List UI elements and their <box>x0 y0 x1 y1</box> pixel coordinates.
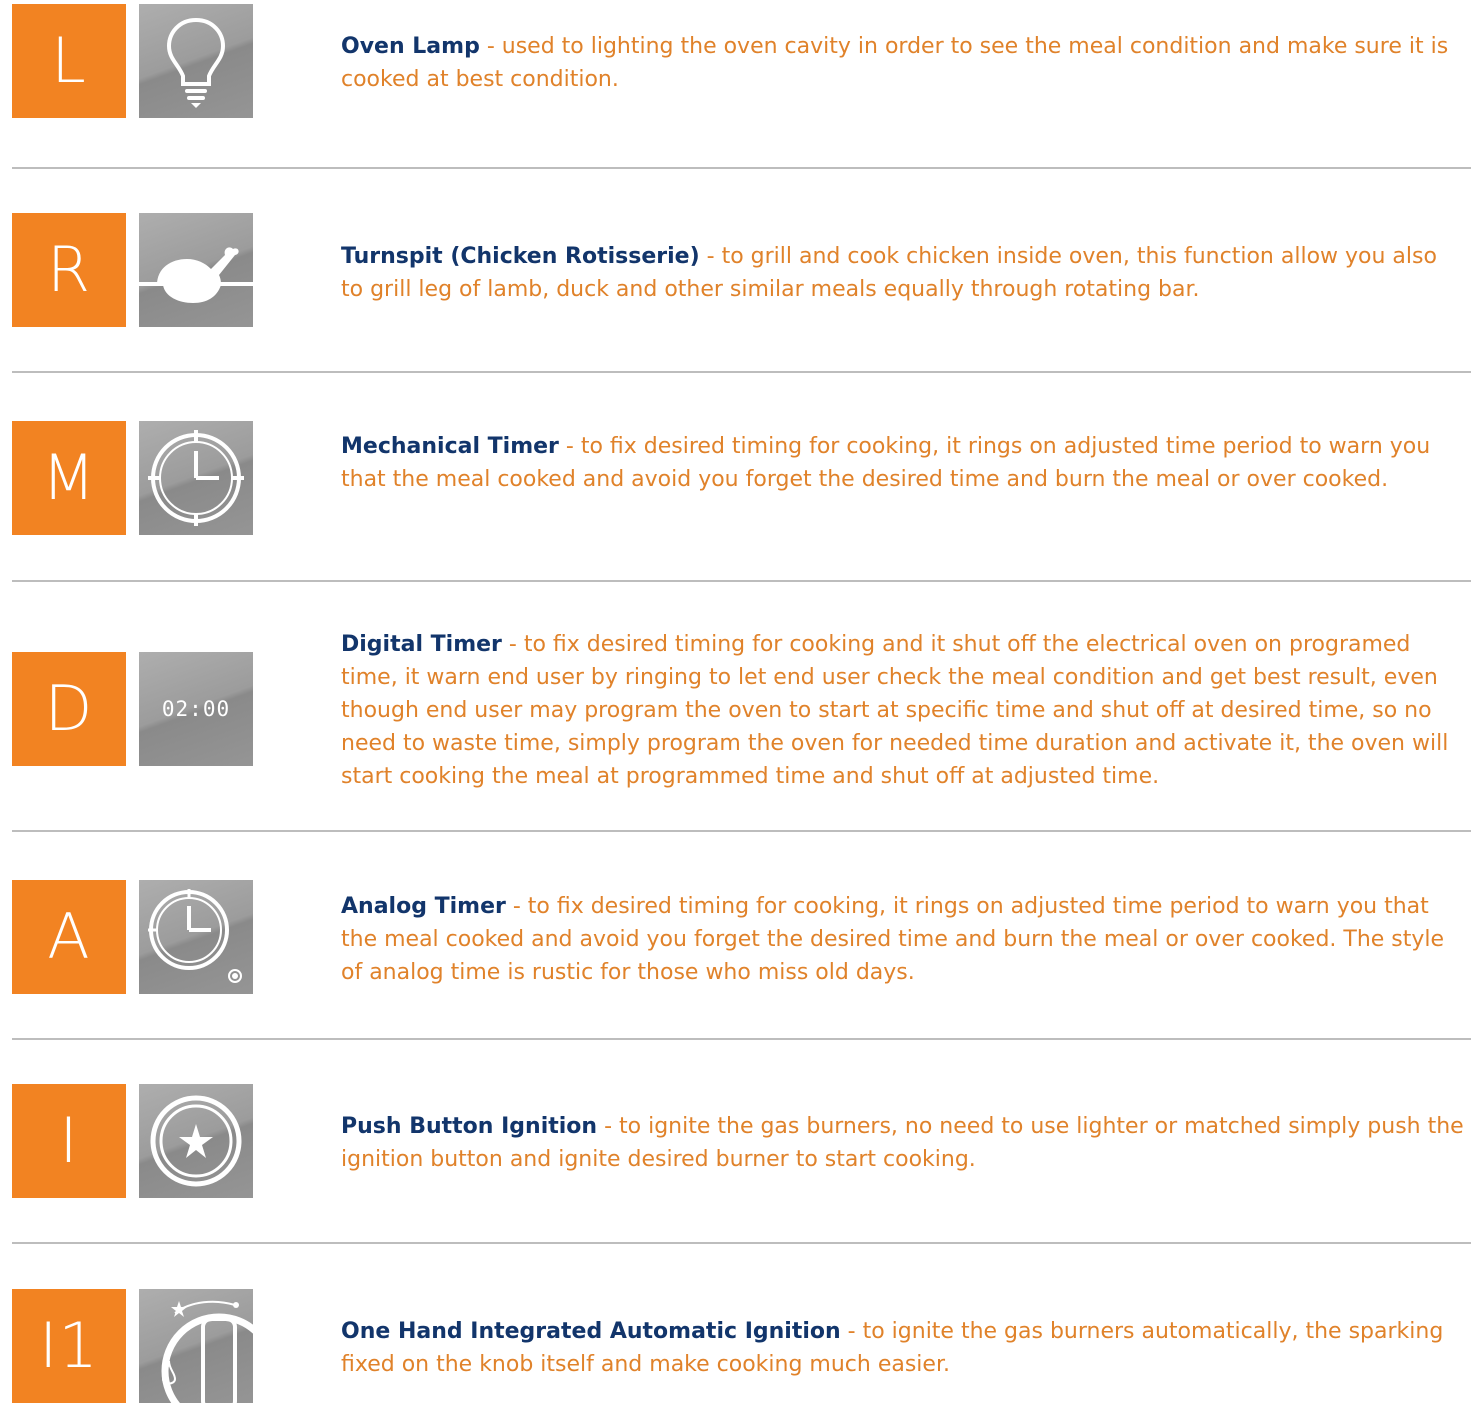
feature-description: Oven Lamp - used to lighting the oven ca… <box>341 30 1466 96</box>
mechanical-timer-icon <box>139 421 253 535</box>
feature-title: Digital Timer <box>341 632 502 657</box>
feature-title: Turnspit (Chicken Rotisserie) <box>341 244 700 269</box>
separator <box>12 167 1471 169</box>
separator <box>12 371 1471 373</box>
chicken-rotisserie-icon <box>139 213 253 327</box>
digital-display-readout: 02:00 <box>161 697 231 721</box>
feature-description: Analog Timer - to fix desired timing for… <box>341 890 1466 989</box>
feature-letter-badge: I1 <box>12 1289 126 1403</box>
feature-title: Mechanical Timer <box>341 434 559 459</box>
feature-title: Analog Timer <box>341 894 506 919</box>
separator <box>12 580 1471 582</box>
feature-text: - used to lighting the oven cavity in or… <box>341 34 1449 92</box>
lamp-icon <box>139 4 253 118</box>
feature-letter-badge: I <box>12 1084 126 1198</box>
feature-description: Digital Timer - to fix desired timing fo… <box>341 628 1466 793</box>
feature-letter-badge: L <box>12 4 126 118</box>
one-hand-ignition-knob-icon <box>139 1289 253 1403</box>
analog-timer-icon <box>139 880 253 994</box>
feature-text: - to fix desired timing for cooking, it … <box>341 894 1445 985</box>
feature-text: - to fix desired timing for cooking and … <box>341 632 1449 789</box>
digital-timer-icon: 02:00 <box>139 652 253 766</box>
feature-letter-badge: M <box>12 421 126 535</box>
feature-letter-badge: A <box>12 880 126 994</box>
separator <box>12 830 1471 832</box>
separator <box>12 1038 1471 1040</box>
feature-description: One Hand Integrated Automatic Ignition -… <box>341 1315 1466 1381</box>
feature-letter-badge: R <box>12 213 126 327</box>
feature-title: Oven Lamp <box>341 34 480 59</box>
feature-title: Push Button Ignition <box>341 1114 598 1139</box>
feature-description: Mechanical Timer - to fix desired timing… <box>341 430 1466 496</box>
separator <box>12 1242 1471 1244</box>
feature-description: Push Button Ignition - to ignite the gas… <box>341 1110 1466 1176</box>
feature-letter-badge: D <box>12 652 126 766</box>
push-button-ignition-icon <box>139 1084 253 1198</box>
feature-description: Turnspit (Chicken Rotisserie) - to grill… <box>341 240 1466 306</box>
feature-title: One Hand Integrated Automatic Ignition <box>341 1319 841 1344</box>
